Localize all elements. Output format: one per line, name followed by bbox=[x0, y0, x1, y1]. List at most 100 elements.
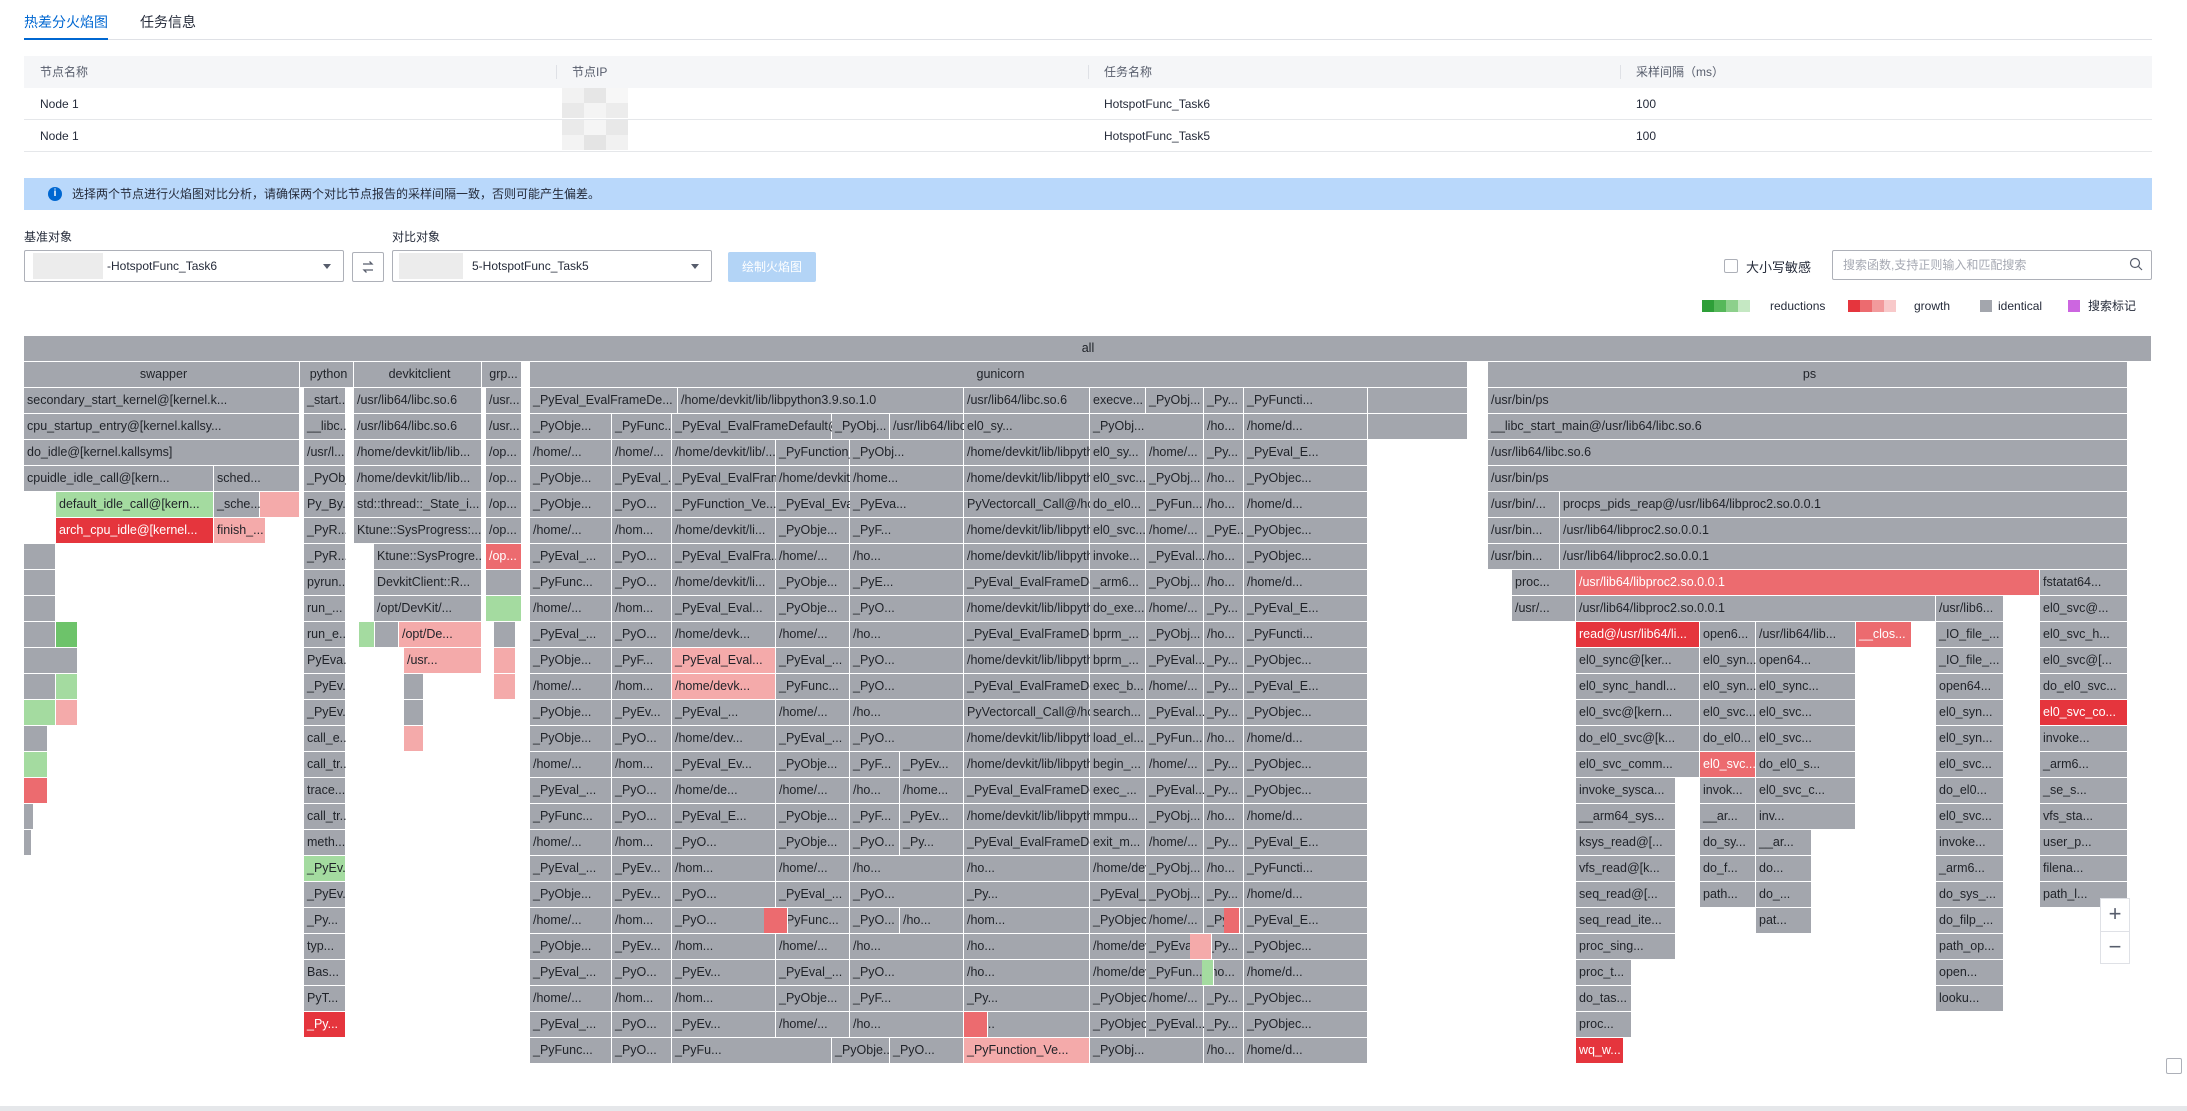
flame-frame[interactable]: _Py... bbox=[1204, 778, 1244, 803]
flame-frame[interactable]: _PyO... bbox=[850, 830, 900, 855]
flame-frame[interactable]: _PyF... bbox=[850, 518, 964, 543]
flame-frame[interactable]: /ho... bbox=[850, 700, 964, 725]
flame-frame[interactable]: _PyObj... bbox=[1146, 856, 1204, 881]
flame-frame[interactable]: el0_svc@[... bbox=[2040, 648, 2128, 673]
flame-frame[interactable]: proc... bbox=[1512, 570, 1576, 595]
flame-frame[interactable]: _PyO... bbox=[672, 908, 776, 933]
flame-frame[interactable]: /usr/lib64/libproc2.so.0.0.1 bbox=[1576, 596, 1936, 621]
flame-frame[interactable]: _PyEv... bbox=[900, 752, 964, 777]
flame-frame[interactable]: _PyObje... bbox=[530, 882, 612, 907]
flame-frame[interactable]: _PyF... bbox=[850, 986, 964, 1011]
flame-frame[interactable]: _PyObject_Mak... bbox=[1090, 908, 1146, 933]
flame-frame[interactable]: _PyObj... bbox=[1146, 622, 1204, 647]
flame-frame[interactable]: _PyFun... bbox=[1146, 726, 1204, 751]
flame-frame[interactable]: cpuidle_idle_call@[kern... bbox=[24, 466, 214, 491]
flame-frame[interactable]: /op... bbox=[486, 492, 522, 517]
flame-frame[interactable]: _PyFuncti... bbox=[1244, 856, 1368, 881]
flame-frame[interactable]: _PyEval... bbox=[1146, 700, 1204, 725]
compare-object-select[interactable]: 5-HotspotFunc_Task5 bbox=[392, 250, 712, 282]
flame-frame[interactable]: do_el0... bbox=[1700, 726, 1756, 751]
flame-frame[interactable]: do_el0_s... bbox=[1756, 752, 1856, 777]
flame-frame[interactable]: /usr/lib64/libproc2.so.0.0.1 bbox=[1560, 518, 2128, 543]
flame-frame[interactable]: do_el0_svc@[k... bbox=[1576, 726, 1700, 751]
flame-frame[interactable]: _PyO... bbox=[850, 674, 964, 699]
flame-frame[interactable]: _PyO... bbox=[850, 908, 900, 933]
flame-frame[interactable]: search... bbox=[1090, 700, 1146, 725]
flame-frame[interactable]: _PyObjec... bbox=[1244, 934, 1368, 959]
flame-frame[interactable]: _Py... bbox=[1204, 830, 1244, 855]
flame-frame[interactable]: /home/devkit... bbox=[776, 466, 850, 491]
flame-frame[interactable]: /ho... bbox=[850, 544, 964, 569]
flame-frame[interactable]: /usr... bbox=[486, 414, 522, 439]
flame-frame[interactable]: /home/... bbox=[530, 908, 612, 933]
flame-frame[interactable]: /home/... bbox=[776, 778, 850, 803]
flame-frame[interactable]: _Py... bbox=[1204, 596, 1244, 621]
flame-frame[interactable]: _PyEval_... bbox=[776, 726, 850, 751]
flame-frame[interactable]: filena... bbox=[2040, 856, 2128, 881]
flame-frame[interactable]: _PyEval_EvalFrameDefault@/home... bbox=[964, 674, 1090, 699]
flame-frame[interactable]: /usr/bin/... bbox=[1488, 492, 1560, 517]
flame-frame[interactable]: _PyFuncti... bbox=[1244, 622, 1368, 647]
flame-frame[interactable] bbox=[764, 908, 788, 933]
flame-frame[interactable]: do_f... bbox=[1700, 856, 1756, 881]
flame-frame[interactable]: vfs_read@[k... bbox=[1576, 856, 1676, 881]
flame-frame[interactable]: /opt/De... bbox=[399, 622, 482, 647]
flame-frame[interactable]: /hom... bbox=[612, 830, 672, 855]
flame-frame[interactable]: _PyO... bbox=[672, 882, 776, 907]
flame-frame[interactable]: /usr/lib64/libproc2.so.0.0.1 bbox=[1560, 544, 2128, 569]
flame-frame[interactable]: proc... bbox=[1576, 1012, 1632, 1037]
flame-frame[interactable] bbox=[56, 674, 78, 699]
flame-frame[interactable]: /home/d... bbox=[1244, 960, 1368, 985]
flame-frame[interactable]: __libc... bbox=[304, 414, 346, 439]
flame-frame[interactable]: _PyFun... bbox=[1146, 960, 1204, 985]
flame-frame[interactable]: /usr/lib6... bbox=[1936, 596, 2004, 621]
flame-frame[interactable]: _PyFunction_... bbox=[776, 440, 850, 465]
flame-frame[interactable]: /ho... bbox=[1204, 570, 1244, 595]
flame-frame[interactable]: secondary_start_kernel@[kernel.k... bbox=[24, 388, 300, 413]
flame-frame[interactable]: _PyEval_... bbox=[776, 960, 850, 985]
flame-frame[interactable] bbox=[1224, 908, 1240, 933]
draw-flamegraph-button[interactable]: 绘制火焰图 bbox=[728, 252, 816, 282]
flame-frame[interactable]: _PyEval_Eval... bbox=[672, 648, 776, 673]
flame-frame[interactable]: _PyEv... bbox=[612, 856, 672, 881]
flame-frame[interactable]: el0_svc... bbox=[1700, 752, 1756, 777]
flame-frame[interactable]: _PyEva... bbox=[850, 492, 964, 517]
flame-frame[interactable]: _PyEval_... bbox=[612, 466, 672, 491]
flame-frame[interactable]: _IO_file_... bbox=[1936, 622, 2004, 647]
flame-frame[interactable]: /usr/lib64/libproc2.so.0.0.1 bbox=[1576, 570, 2040, 595]
flame-frame[interactable]: _PyEval_EvalFrameDe... bbox=[530, 388, 678, 413]
flame-frame[interactable]: _PyFunc... bbox=[530, 570, 612, 595]
flame-frame[interactable]: __libc_start_main@/usr/lib64/libc.so.6 bbox=[1488, 414, 2128, 439]
flame-frame[interactable]: PyEva... bbox=[304, 648, 346, 673]
flame-frame[interactable]: _PyEval_EvalFrameDefault@/home/d... bbox=[672, 414, 832, 439]
flame-frame[interactable]: /home/de... bbox=[672, 778, 776, 803]
flame-frame[interactable]: _PyEval_E... bbox=[1244, 908, 1368, 933]
flame-frame[interactable]: _PyR... bbox=[304, 518, 346, 543]
flame-frame[interactable]: _Py... bbox=[304, 1012, 346, 1037]
flame-frame[interactable]: _Py... bbox=[1204, 648, 1244, 673]
flame-frame[interactable] bbox=[24, 622, 56, 647]
flame-frame[interactable]: _PyO... bbox=[612, 622, 672, 647]
flame-frame[interactable]: el0_sync... bbox=[1756, 674, 1856, 699]
flame-frame[interactable]: finish_... bbox=[214, 518, 266, 543]
flame-frame[interactable]: _PyEval_EvalFra... bbox=[672, 544, 776, 569]
flame-frame[interactable]: _Py... bbox=[1204, 700, 1244, 725]
flame-frame[interactable]: _PyObj... bbox=[1146, 804, 1204, 829]
flame-frame[interactable]: _PyO... bbox=[612, 1012, 672, 1037]
flame-frame[interactable]: exit_m... bbox=[1090, 830, 1146, 855]
flame-frame[interactable]: vfs_sta... bbox=[2040, 804, 2128, 829]
flame-frame[interactable]: _PyObje... bbox=[832, 1038, 890, 1063]
flame-frame[interactable]: /home/devkit/lib/... bbox=[672, 440, 776, 465]
flame-frame[interactable]: _Py... bbox=[1204, 674, 1244, 699]
flame-frame[interactable]: /ho... bbox=[900, 908, 964, 933]
flame-frame[interactable]: _PyEval_Eval... bbox=[672, 596, 776, 621]
flame-frame[interactable]: read@/usr/lib64/li... bbox=[1576, 622, 1700, 647]
flame-frame[interactable]: _PyE... bbox=[850, 570, 964, 595]
flame-frame[interactable]: /home/... bbox=[1146, 830, 1204, 855]
flame-frame[interactable]: _PyEval_... bbox=[530, 778, 612, 803]
flame-frame[interactable]: /usr/lib64/libc.so.6 bbox=[964, 388, 1090, 413]
flame-frame[interactable]: _PyEval_... bbox=[530, 960, 612, 985]
flame-frame[interactable]: /home/devkit/li... bbox=[1090, 960, 1146, 985]
flame-frame[interactable]: do_sys_... bbox=[1936, 882, 2004, 907]
flame-frame[interactable]: _PyR... bbox=[304, 544, 346, 569]
